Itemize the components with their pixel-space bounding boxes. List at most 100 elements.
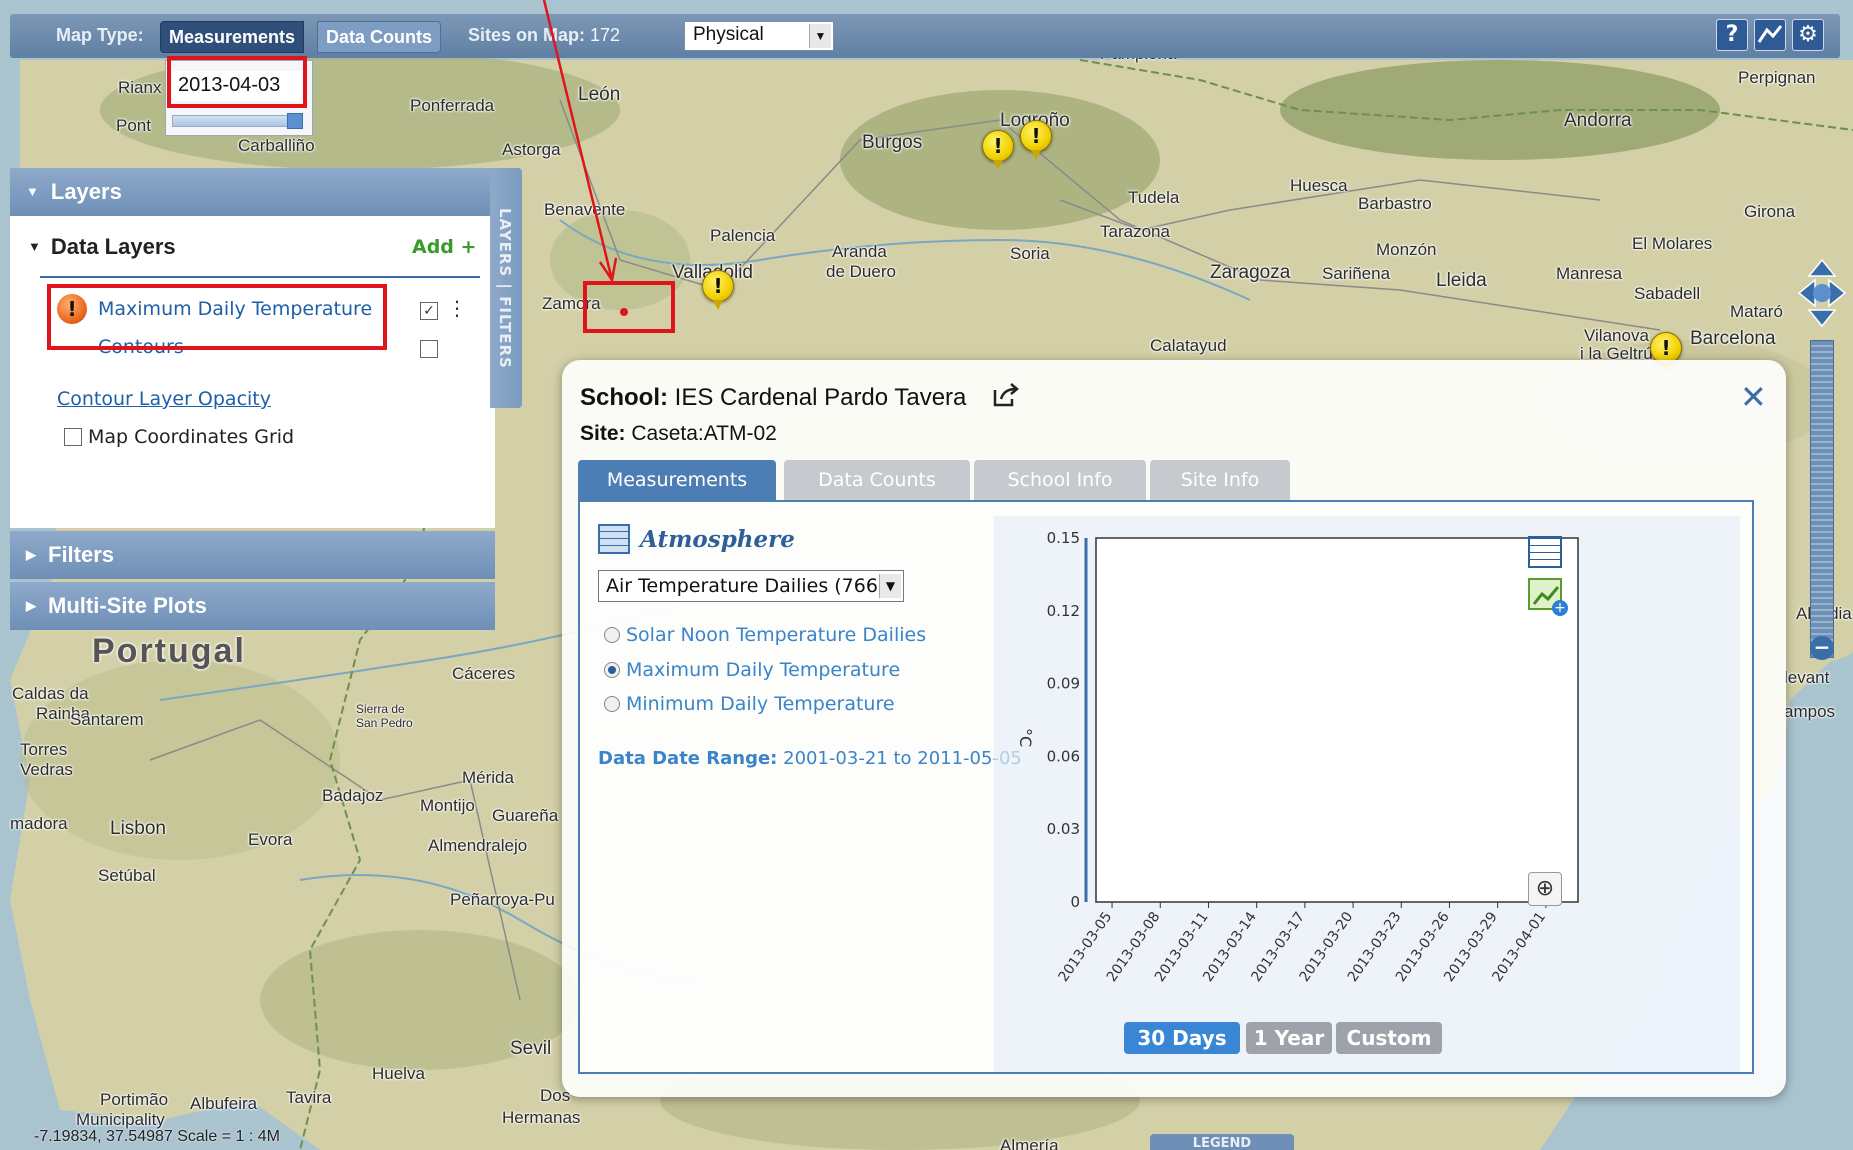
zoom-slider[interactable] — [1810, 340, 1834, 658]
city-label: Caldas da — [12, 684, 89, 703]
range-custom-button[interactable]: Custom — [1336, 1022, 1442, 1054]
city-label: Barcelona — [1690, 328, 1776, 349]
city-label: Girona — [1744, 202, 1796, 221]
city-label: ampos — [1784, 702, 1836, 721]
add-plot-icon[interactable] — [1528, 578, 1568, 616]
city-label: levant — [1784, 668, 1830, 687]
city-label: Sariñena — [1322, 264, 1391, 283]
settings-icon[interactable]: ⚙ — [1792, 19, 1824, 51]
city-label: Vedras — [20, 760, 73, 779]
close-icon[interactable]: ✕ — [1740, 378, 1767, 416]
tab-measurements[interactable]: Measurements — [578, 460, 776, 500]
data-layers-title[interactable]: ▼ Data Layers — [28, 234, 176, 260]
add-layer-button[interactable]: Add + — [412, 236, 476, 258]
tab-site-info[interactable]: Site Info — [1150, 460, 1290, 500]
chart: 0 0.03 0.06 0.09 0.12 0.15 2013-03-05 2013-03-… — [994, 516, 1740, 1072]
radio-option-max-temp[interactable]: Maximum Daily Temperature — [604, 659, 900, 681]
legend-tab[interactable]: LEGEND — [1150, 1134, 1294, 1150]
city-label: Palencia — [710, 226, 776, 245]
layer-menu-icon[interactable]: ⋮ — [447, 296, 467, 320]
section-title: Atmosphere — [640, 526, 795, 553]
city-label: Evora — [248, 830, 293, 849]
table-view-icon[interactable] — [1528, 536, 1562, 568]
contour-opacity-link[interactable]: Contour Layer Opacity — [57, 388, 271, 410]
city-label: madora — [10, 814, 68, 833]
share-icon[interactable] — [992, 382, 1020, 415]
city-label: Sabadell — [1634, 284, 1701, 303]
tab-school-info[interactable]: School Info — [974, 460, 1146, 500]
radio-option-min-temp[interactable]: Minimum Daily Temperature — [604, 693, 895, 715]
coordinates-grid-checkbox[interactable] — [64, 428, 82, 446]
layers-header[interactable]: ▼ Layers — [10, 168, 495, 216]
filters-header[interactable]: ▶ Filters — [10, 531, 495, 579]
radio-button[interactable] — [604, 662, 620, 678]
city-label: Tarazona — [1100, 222, 1170, 241]
city-label: Carballiño — [238, 136, 315, 155]
city-label: Ponferrada — [410, 96, 495, 115]
map-tool-icon[interactable] — [1754, 19, 1786, 51]
coordinates-grid-label: Map Coordinates Grid — [88, 426, 295, 448]
layer-visibility-checkbox[interactable]: ✓ — [420, 302, 438, 320]
pan-control[interactable] — [1797, 258, 1847, 328]
chart-svg: 00.030.060.090.120.15 2013-03-052013-03-… — [1016, 529, 1579, 985]
top-toolbar: Map Type: Measurements Data Counts Sites… — [10, 14, 1840, 58]
site-marker[interactable]: ! — [982, 130, 1014, 170]
city-label: Astorga — [502, 140, 561, 159]
plot-frame — [1095, 537, 1579, 903]
side-tab-label: LAYERS | FILTERS — [496, 208, 514, 369]
sites-count: 172 — [590, 25, 621, 45]
divider — [40, 276, 480, 278]
map-type-data-counts-button[interactable]: Data Counts — [317, 21, 442, 53]
help-icon[interactable]: ? — [1716, 19, 1748, 51]
date-slider[interactable] — [172, 113, 303, 129]
multisite-title: Multi-Site Plots — [48, 593, 207, 618]
radio-button[interactable] — [604, 627, 620, 643]
city-label: Montijo — [420, 796, 475, 815]
site-marker[interactable]: ! — [1020, 120, 1052, 160]
y-tick-label: 0.12 — [1047, 602, 1080, 620]
contours-checkbox[interactable] — [420, 340, 438, 358]
site-marker[interactable]: ! — [702, 270, 734, 310]
range-1-year-button[interactable]: 1 Year — [1246, 1022, 1332, 1054]
range-30-days-button[interactable]: 30 Days — [1124, 1022, 1240, 1054]
data-date-range: Data Date Range: 2001-03-21 to 2011-05-0… — [598, 748, 1022, 769]
city-label: Lisbon — [110, 818, 166, 839]
city-label: Peñarroya-Pu — [450, 890, 555, 909]
city-label: Calatayud — [1150, 336, 1227, 355]
city-label: El Molares — [1632, 234, 1713, 253]
date-slider-handle[interactable] — [287, 113, 303, 129]
map-type-measurements-button[interactable]: Measurements — [160, 21, 305, 53]
city-label: Albufeira — [190, 1094, 258, 1113]
layers-filters-side-tab[interactable]: LAYERS | FILTERS — [490, 168, 522, 408]
filters-title: Filters — [48, 542, 115, 567]
city-label: de Duero — [826, 262, 896, 281]
city-label: Lleida — [1436, 270, 1487, 291]
zoom-out-button[interactable]: − — [1810, 636, 1834, 660]
chevron-right-icon: ▶ — [26, 547, 36, 562]
map-style-select[interactable]: Physical ▼ — [684, 21, 834, 51]
city-label: Almería — [1000, 1136, 1059, 1150]
chevron-down-icon: ▼ — [26, 184, 39, 199]
multisite-header[interactable]: ▶ Multi-Site Plots — [10, 582, 495, 630]
sites-on-map-label: Sites on Map: 172 — [468, 25, 621, 45]
popup-title: School: IES Cardenal Pardo Tavera — [580, 384, 967, 411]
city-label: Zaragoza — [1210, 262, 1291, 283]
city-label: Torres — [20, 740, 68, 759]
zoom-in-icon[interactable]: ⊕ — [1528, 872, 1562, 906]
chevron-down-icon: ▼ — [28, 239, 41, 254]
city-label: Rianx — [118, 78, 162, 97]
city-label: Benavente — [544, 200, 626, 219]
city-label: León — [578, 84, 621, 105]
chevron-down-icon: ▼ — [809, 24, 831, 48]
city-label: Tudela — [1128, 188, 1180, 207]
tab-data-counts[interactable]: Data Counts — [784, 460, 970, 500]
city-label: Aranda — [832, 242, 887, 261]
variable-select[interactable]: Air Temperature Dailies (766) ▼ — [598, 570, 904, 602]
city-label: Portimão — [100, 1090, 169, 1109]
city-label: Perpignan — [1738, 68, 1816, 87]
map-type-label: Map Type: — [56, 25, 144, 45]
y-tick-label: 0.15 — [1047, 529, 1080, 547]
radio-option-solar-noon[interactable]: Solar Noon Temperature Dailies — [604, 624, 926, 646]
city-label: Manresa — [1556, 264, 1623, 283]
radio-button[interactable] — [604, 696, 620, 712]
